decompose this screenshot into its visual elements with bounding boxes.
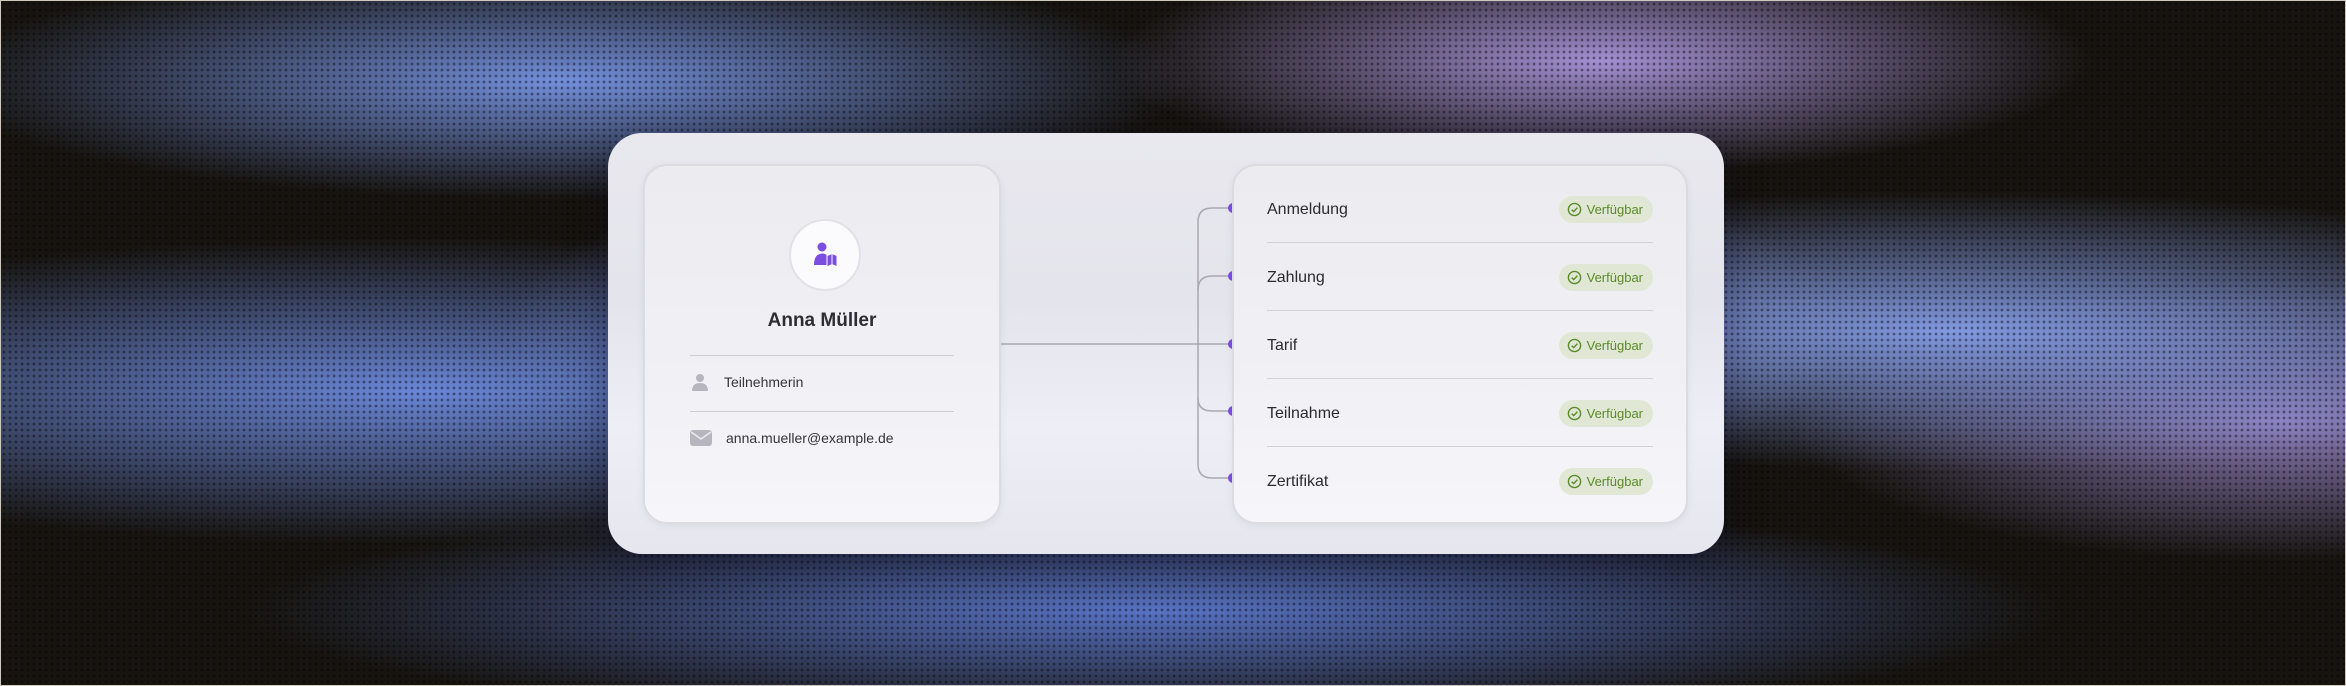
step-label: Zahlung [1267,268,1325,286]
status-badge: Verfügbar [1558,468,1653,495]
step-item[interactable]: Zahlung Verfügbar [1267,243,1653,312]
step-item[interactable]: Tarif Verfügbar [1267,311,1653,380]
status-badge: Verfügbar [1558,332,1653,359]
user-book-icon [814,242,837,266]
status-badge: Verfügbar [1558,196,1653,223]
status-badge: Verfügbar [1558,264,1653,291]
check-circle-icon [1567,406,1581,421]
envelope-icon [690,430,712,446]
step-label: Anmeldung [1267,200,1348,218]
person-icon [692,374,708,391]
check-circle-icon [1567,270,1581,285]
status-text: Verfügbar [1586,270,1643,285]
step-item[interactable]: Anmeldung Verfügbar [1267,175,1653,244]
steps-card: Anmeldung Verfügbar Zahlung Verfügbar Ta… [1232,164,1688,524]
profile-name: Anna Müller [767,310,877,331]
step-label: Teilnahme [1267,404,1340,422]
email-text[interactable]: anna.mueller@example.de [726,430,894,446]
status-text: Verfügbar [1586,474,1643,489]
divider [690,355,954,356]
status-badge: Verfügbar [1558,400,1653,427]
step-item[interactable]: Teilnahme Verfügbar [1267,379,1653,448]
role-row: Teilnehmerin [690,372,803,392]
avatar [789,219,861,291]
step-label: Zertifikat [1267,472,1329,490]
step-label: Tarif [1267,336,1298,354]
status-text: Verfügbar [1586,406,1643,421]
check-circle-icon [1567,474,1581,489]
role-text: Teilnehmerin [724,374,804,390]
step-item[interactable]: Zertifikat Verfügbar [1267,447,1653,516]
email-row: anna.mueller@example.de [690,428,894,448]
status-text: Verfügbar [1586,202,1643,217]
check-circle-icon [1567,202,1581,217]
divider [690,411,954,412]
status-text: Verfügbar [1586,338,1643,353]
check-circle-icon [1567,338,1581,353]
profile-card: Anna Müller Teilnehmerin anna.mueller@ex… [643,164,1001,524]
